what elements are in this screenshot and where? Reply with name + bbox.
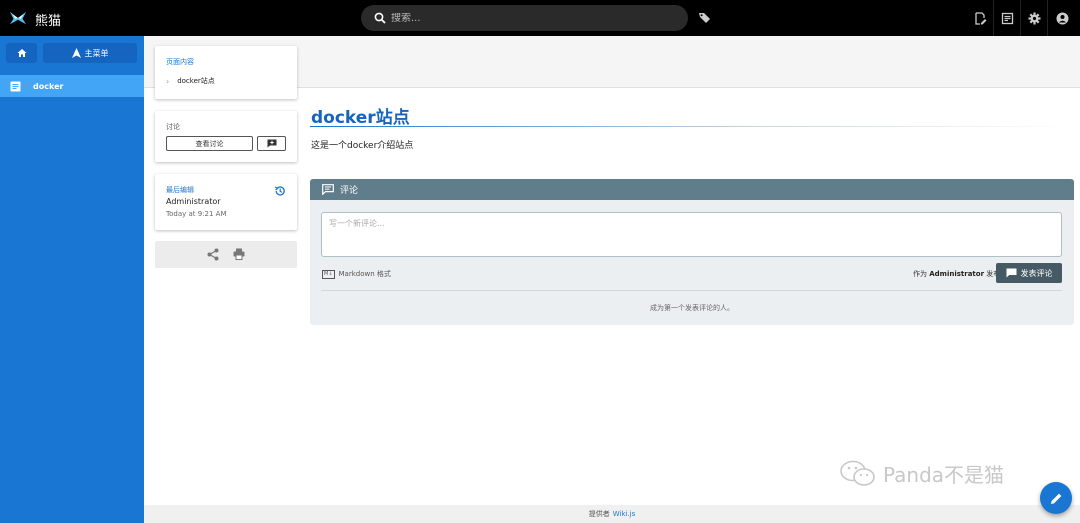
comments-divider xyxy=(321,290,1062,291)
new-comment-field[interactable] xyxy=(321,212,1062,257)
watermark: Panda不是猫 xyxy=(839,459,1004,488)
admin-button[interactable] xyxy=(1024,8,1044,28)
home-icon xyxy=(17,49,26,57)
post-comment-label: 发表评论 xyxy=(1020,268,1053,278)
discussion-title: 讨论 xyxy=(166,123,180,131)
watermark-text: Panda不是猫 xyxy=(883,463,1005,487)
footer: 提供者 Wiki.js xyxy=(144,505,1080,523)
pencil-icon xyxy=(1050,493,1061,504)
history-icon[interactable] xyxy=(274,185,286,197)
top-bar: 熊猫 xyxy=(0,0,1080,36)
footer-wikijs-link[interactable]: Wiki.js xyxy=(613,510,636,518)
toc-title: 页面内容 xyxy=(166,58,194,66)
page-actions-bar xyxy=(155,241,297,268)
edit-page-button[interactable] xyxy=(1040,482,1072,514)
chevron-right-icon: › xyxy=(166,76,170,86)
app-title[interactable]: 熊猫 xyxy=(35,10,61,29)
wechat-icon xyxy=(840,460,875,486)
last-edited-card: 最后编辑 Administrator Today at 9:21 AM xyxy=(155,174,297,230)
navigation-arrow-icon xyxy=(71,48,81,58)
page-title: docker站点 xyxy=(311,108,410,128)
markdown-icon: M↓ xyxy=(322,269,335,279)
markdown-label: Markdown 格式 xyxy=(338,270,391,278)
tags-icon[interactable] xyxy=(698,11,712,25)
last-edited-title: 最后编辑 xyxy=(166,186,194,194)
comments-section: 评论 M↓ Markdown 格式 作为 Administrator 发布 发表… xyxy=(310,179,1074,325)
post-as-user: Administrator xyxy=(929,270,985,278)
search-bar[interactable] xyxy=(361,5,688,31)
page-actions-button[interactable] xyxy=(997,8,1017,28)
no-comments-text: 成为第一个发表评论的人。 xyxy=(650,304,734,312)
last-edited-author: Administrator xyxy=(166,197,221,206)
footer-prefix: 提供者 xyxy=(588,510,610,518)
post-comment-button[interactable]: 发表评论 xyxy=(996,263,1062,283)
sidebar: 主菜单 docker xyxy=(0,36,144,523)
page-actions-icon xyxy=(1001,12,1013,24)
post-as-prefix: 作为 xyxy=(913,270,927,278)
main-menu-button[interactable]: 主菜单 xyxy=(43,43,137,63)
discussion-card: 讨论 查看讨论 xyxy=(155,111,297,162)
page-description: 这是一个docker介绍站点 xyxy=(311,141,414,151)
search-input[interactable] xyxy=(391,12,651,24)
post-as-text: 作为 Administrator 发布 xyxy=(913,269,1000,279)
view-discussion-button[interactable]: 查看讨论 xyxy=(166,136,253,151)
comment-add-icon xyxy=(267,139,276,148)
main-menu-label: 主菜单 xyxy=(84,48,109,58)
home-button[interactable] xyxy=(6,43,37,63)
account-icon xyxy=(1056,12,1068,24)
new-page-icon xyxy=(974,11,986,25)
gear-icon xyxy=(1028,12,1040,24)
comments-header-label: 评论 xyxy=(340,186,359,196)
sidebar-item-docker[interactable]: docker xyxy=(0,75,144,97)
share-icon[interactable] xyxy=(207,248,219,261)
toc-item-label: docker站点 xyxy=(177,77,215,85)
wikijs-logo-icon[interactable] xyxy=(9,9,27,27)
page-icon xyxy=(10,81,21,91)
last-edited-time: Today at 9:21 AM xyxy=(166,210,227,218)
markdown-hint: M↓ Markdown 格式 xyxy=(322,269,391,279)
new-page-button[interactable] xyxy=(970,8,990,28)
toc-card: 页面内容 › docker站点 xyxy=(155,46,297,99)
comments-header: 评论 xyxy=(310,179,1074,200)
new-comment-button[interactable] xyxy=(257,136,286,151)
sidebar-item-label: docker xyxy=(33,81,64,91)
title-divider xyxy=(310,126,1073,127)
comment-icon xyxy=(1006,268,1016,278)
search-icon xyxy=(374,12,386,24)
comment-icon xyxy=(322,184,334,195)
account-button[interactable] xyxy=(1052,8,1072,28)
print-icon[interactable] xyxy=(233,248,245,260)
toc-item[interactable]: › docker站点 xyxy=(166,76,215,86)
